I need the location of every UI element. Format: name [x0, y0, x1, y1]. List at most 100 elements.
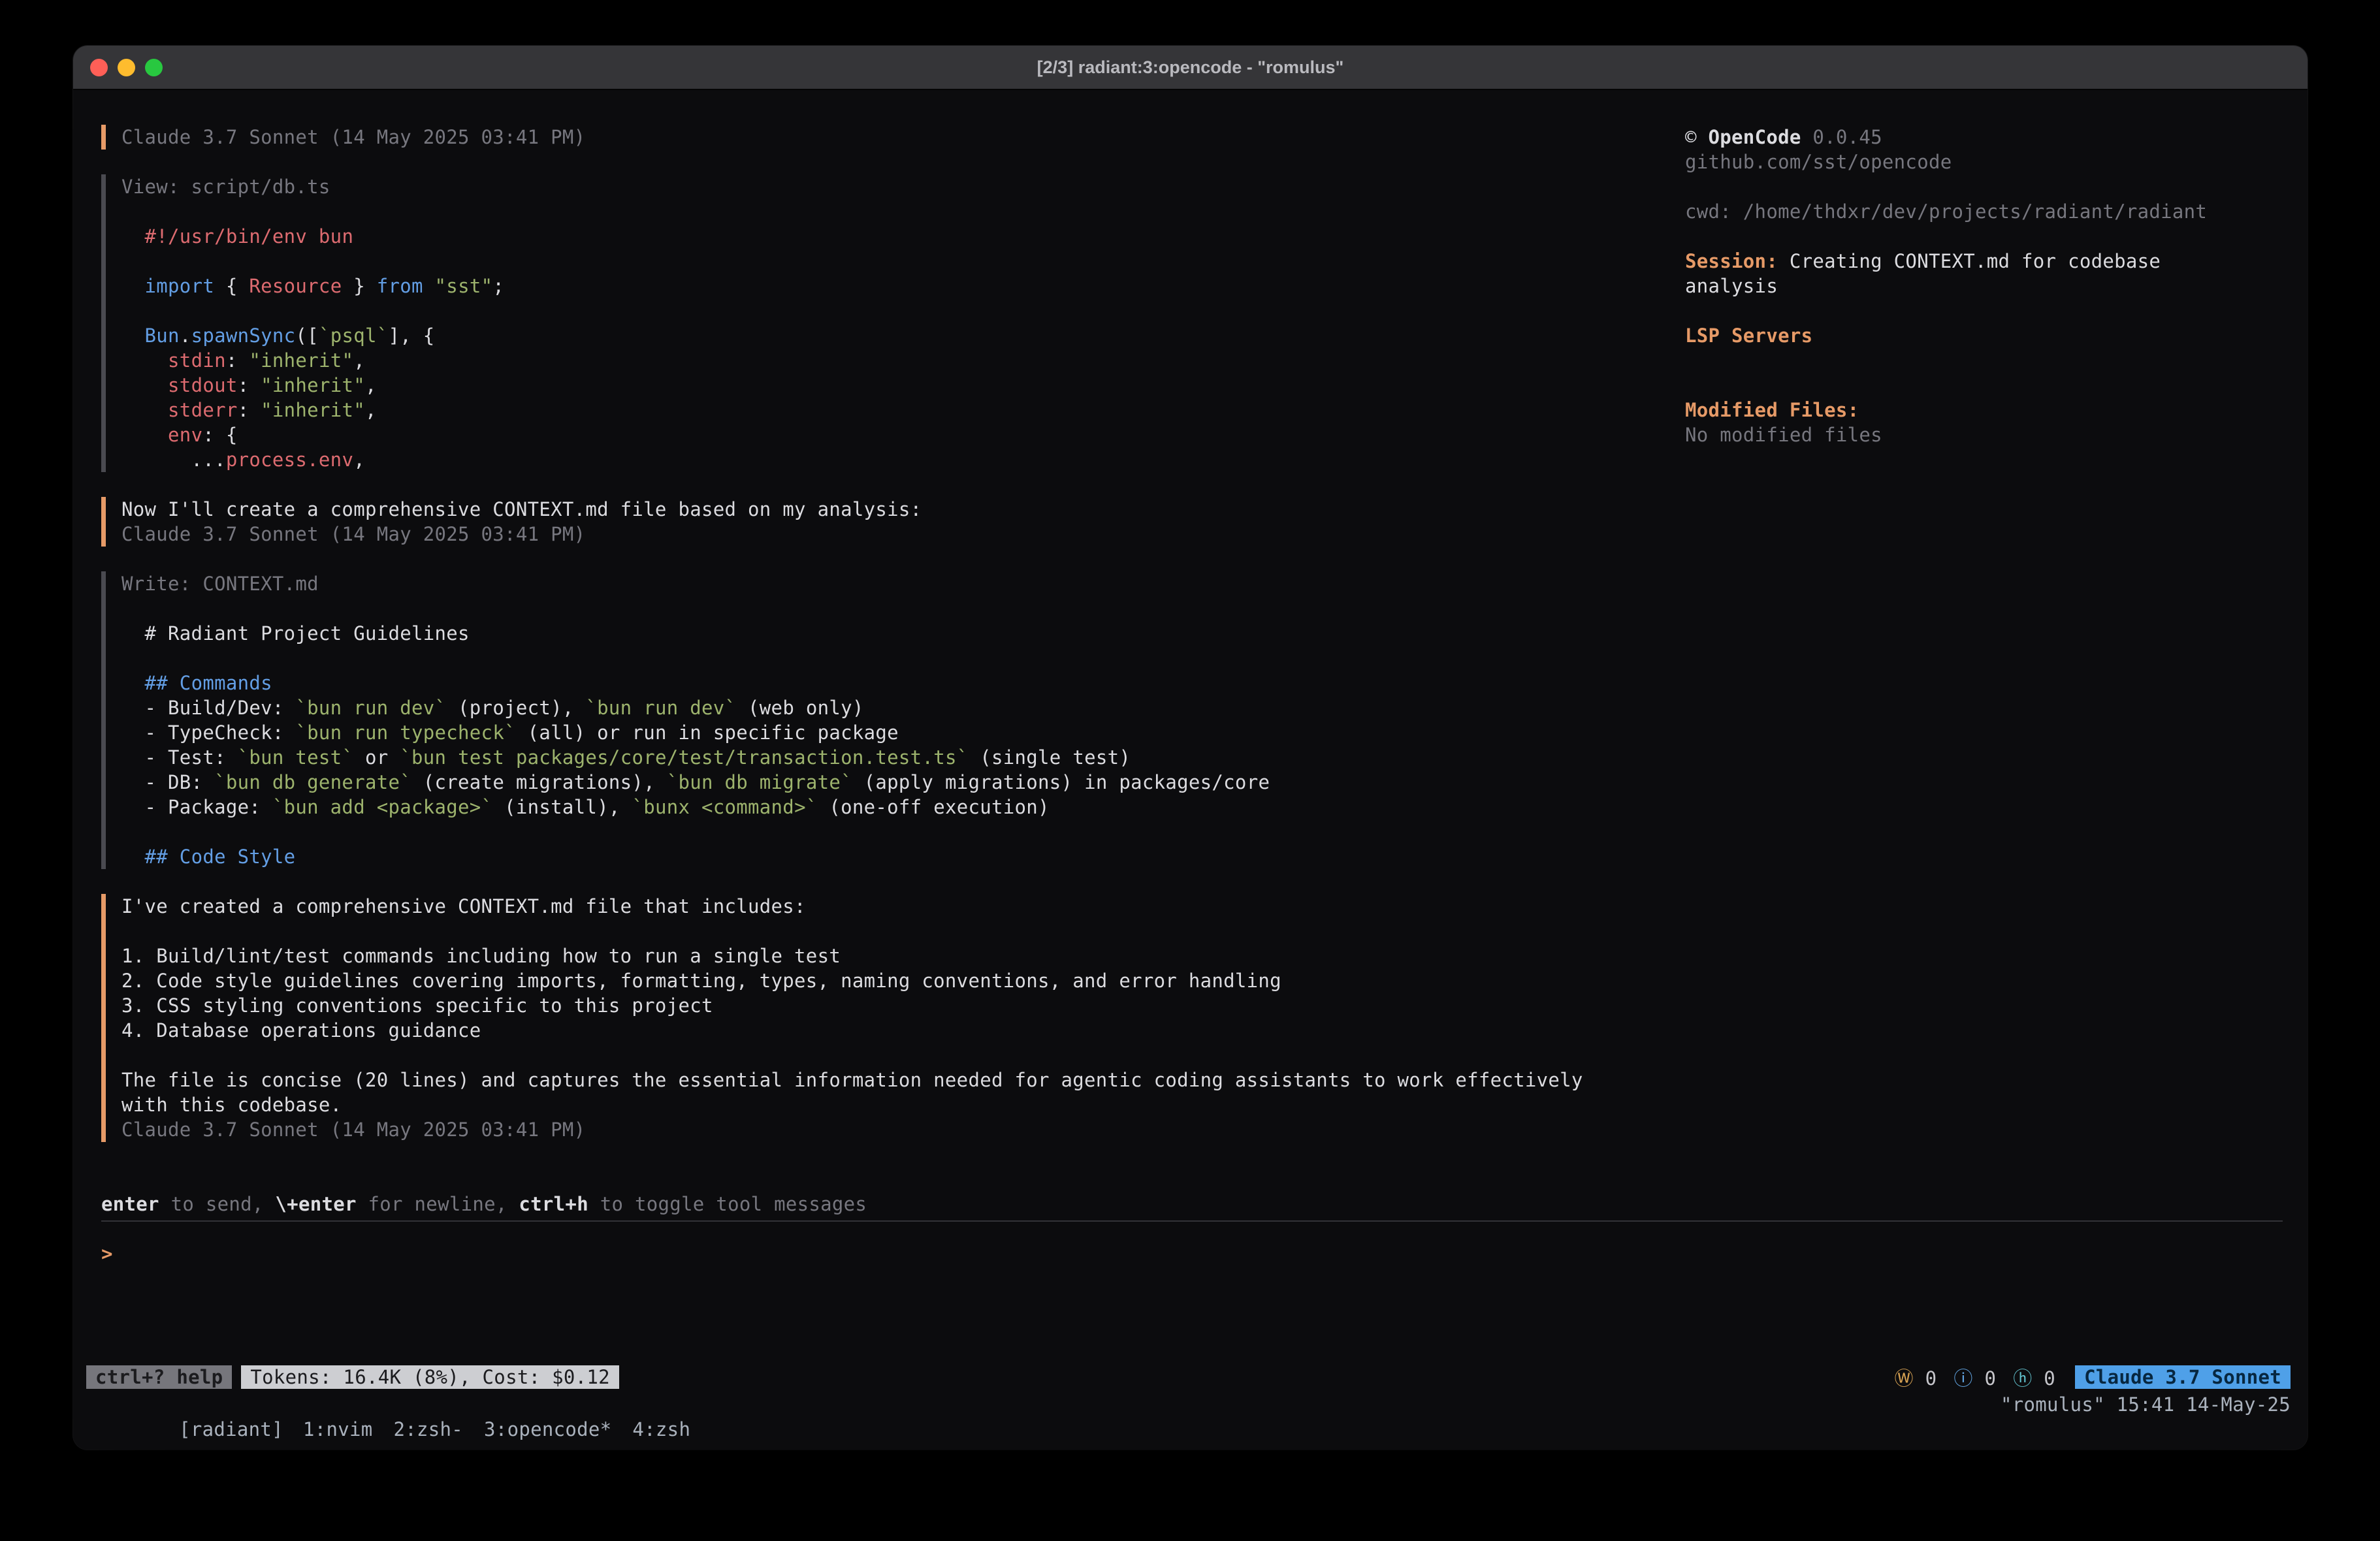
- text-line: [121, 547, 1669, 571]
- text-line: [121, 199, 1669, 224]
- text-line: Claude 3.7 Sonnet (14 May 2025 03:41 PM): [121, 125, 1669, 150]
- status-bar: ctrl+? help Tokens: 16.4K (8%), Cost: $0…: [86, 1365, 2291, 1390]
- text-line: - TypeCheck: `bun run typecheck` (all) o…: [121, 720, 1669, 745]
- text-line: [121, 1142, 1669, 1167]
- model-badge: Claude 3.7 Sonnet: [2075, 1365, 2291, 1389]
- text-line: # Radiant Project Guidelines: [121, 621, 1669, 646]
- text-line: - Test: `bun test` or `bun test packages…: [121, 745, 1669, 770]
- text-line: Now I'll create a comprehensive CONTEXT.…: [121, 497, 1669, 522]
- input-divider: [101, 1220, 2283, 1222]
- text-line: cwd: /home/thdxr/dev/projects/radiant/ra…: [1685, 199, 2279, 224]
- prompt-symbol: >: [101, 1243, 113, 1265]
- text-line: [1685, 348, 2279, 373]
- text-line: LSP Servers: [1685, 323, 2279, 348]
- text-line: Modified Files:: [1685, 398, 2279, 422]
- text-line: [121, 1167, 1669, 1192]
- text-line: © OpenCode 0.0.45: [1685, 125, 2279, 150]
- terminal-body: Claude 3.7 Sonnet (14 May 2025 03:41 PM)…: [73, 90, 2308, 1450]
- view-tool-block: View: script/db.ts #!/usr/bin/env bun im…: [101, 174, 1669, 472]
- text-line: ## Commands: [121, 671, 1669, 695]
- conversation: Claude 3.7 Sonnet (14 May 2025 03:41 PM)…: [101, 125, 1669, 1216]
- text-line: [121, 596, 1669, 621]
- zoom-button[interactable]: [145, 59, 163, 76]
- text-line: env: {: [121, 422, 1669, 447]
- diagnostic-info: ⓘ 0: [1954, 1363, 1996, 1391]
- terminal-window: [2/3] radiant:3:opencode - "romulus" Cla…: [73, 46, 2308, 1450]
- text-line: [121, 249, 1669, 274]
- text-line: [121, 646, 1669, 671]
- text-line: ...process.env,: [121, 447, 1669, 472]
- text-line: Bun.spawnSync([`psql`], {: [121, 323, 1669, 348]
- text-line: ## Code Style: [121, 844, 1669, 869]
- text-line: 4. Database operations guidance: [121, 1018, 1669, 1043]
- window-titlebar: [2/3] radiant:3:opencode - "romulus": [73, 46, 2308, 90]
- text-line: [121, 298, 1669, 323]
- text-line: Claude 3.7 Sonnet (14 May 2025 03:41 PM): [121, 1117, 1669, 1142]
- text-line: No modified files: [1685, 422, 2279, 447]
- text-line: [121, 150, 1669, 174]
- tmux-window-list: [radiant]1:nvim2:zsh-3:opencode*4:zsh: [86, 1392, 711, 1417]
- text-line: [1685, 373, 2279, 398]
- prompt-input[interactable]: >: [101, 1241, 113, 1266]
- text-line: 2. Code style guidelines covering import…: [121, 968, 1669, 993]
- block-gap: [101, 150, 1669, 174]
- tmux-session-name: [radiant]: [179, 1418, 283, 1440]
- text-line: - Package: `bun add <package>` (install)…: [121, 795, 1669, 819]
- text-line: [121, 869, 1669, 894]
- assistant-summary-block: I've created a comprehensive CONTEXT.md …: [101, 894, 1669, 1142]
- text-line: [1685, 224, 2279, 249]
- text-line: Claude 3.7 Sonnet (14 May 2025 03:41 PM): [121, 522, 1669, 547]
- text-line: I've created a comprehensive CONTEXT.md …: [121, 894, 1669, 919]
- text-line: stdout: "inherit",: [121, 373, 1669, 398]
- close-button[interactable]: [90, 59, 108, 76]
- tmux-window-item: 2:zsh-: [393, 1418, 463, 1440]
- minimize-button[interactable]: [118, 59, 135, 76]
- conversation-blocks: Claude 3.7 Sonnet (14 May 2025 03:41 PM)…: [101, 125, 1669, 1192]
- text-line: 1. Build/lint/test commands including ho…: [121, 944, 1669, 968]
- tmux-window-item: 4:zsh: [632, 1418, 690, 1440]
- traffic-lights: [90, 46, 163, 89]
- text-line: [121, 1043, 1669, 1068]
- text-line: #!/usr/bin/env bun: [121, 224, 1669, 249]
- text-line: Write: CONTEXT.md: [121, 571, 1669, 596]
- keybind-help: enter to send, \+enter for newline, ctrl…: [101, 1192, 1669, 1216]
- tmux-status-bar: [radiant]1:nvim2:zsh-3:opencode*4:zsh "r…: [86, 1392, 2291, 1417]
- assistant-message-block: Now I'll create a comprehensive CONTEXT.…: [101, 497, 1669, 547]
- hint-icon: ⓗ: [2013, 1367, 2032, 1390]
- text-line: analysis: [1685, 274, 2279, 298]
- text-line: [121, 819, 1669, 844]
- lsp-diagnostics: Ⓦ 0 ⓘ 0 ⓗ 0: [1878, 1363, 2056, 1391]
- sidebar: © OpenCode 0.0.45github.com/sst/opencode…: [1685, 125, 2279, 447]
- text-line: Session: Creating CONTEXT.md for codebas…: [1685, 249, 2279, 274]
- text-line: 3. CSS styling conventions specific to t…: [121, 993, 1669, 1018]
- window-title: [2/3] radiant:3:opencode - "romulus": [1037, 57, 1344, 78]
- text-line: with this codebase.: [121, 1092, 1669, 1117]
- diagnostic-warning: Ⓦ 0: [1895, 1363, 1937, 1391]
- block-gap: [101, 1142, 1669, 1192]
- block-gap: [101, 869, 1669, 894]
- text-line: enter to send, \+enter for newline, ctrl…: [101, 1192, 1669, 1216]
- block-gap: [101, 472, 1669, 497]
- assistant-header-block: Claude 3.7 Sonnet (14 May 2025 03:41 PM): [101, 125, 1669, 150]
- text-line: [121, 919, 1669, 944]
- info-icon: ⓘ: [1954, 1367, 1972, 1390]
- text-line: - Build/Dev: `bun run dev` (project), `b…: [121, 695, 1669, 720]
- text-line: The file is concise (20 lines) and captu…: [121, 1068, 1669, 1092]
- text-line: stderr: "inherit",: [121, 398, 1669, 422]
- diagnostic-hint: ⓗ 0: [2013, 1363, 2055, 1391]
- tmux-clock: "romulus" 15:41 14-May-25: [2001, 1392, 2291, 1417]
- warning-icon: Ⓦ: [1895, 1367, 1914, 1390]
- text-line: github.com/sst/opencode: [1685, 150, 2279, 174]
- text-line: [1685, 298, 2279, 323]
- text-line: import { Resource } from "sst";: [121, 274, 1669, 298]
- tokens-cost-badge: Tokens: 16.4K (8%), Cost: $0.12: [241, 1365, 619, 1389]
- block-gap: [101, 547, 1669, 571]
- tmux-window-item: 1:nvim: [303, 1418, 373, 1440]
- text-line: [121, 472, 1669, 497]
- tmux-window-item: 3:opencode*: [484, 1418, 611, 1440]
- text-line: [1685, 174, 2279, 199]
- text-line: View: script/db.ts: [121, 174, 1669, 199]
- help-shortcut-badge: ctrl+? help: [86, 1365, 232, 1389]
- text-line: - DB: `bun db generate` (create migratio…: [121, 770, 1669, 795]
- write-tool-block: Write: CONTEXT.md # Radiant Project Guid…: [101, 571, 1669, 869]
